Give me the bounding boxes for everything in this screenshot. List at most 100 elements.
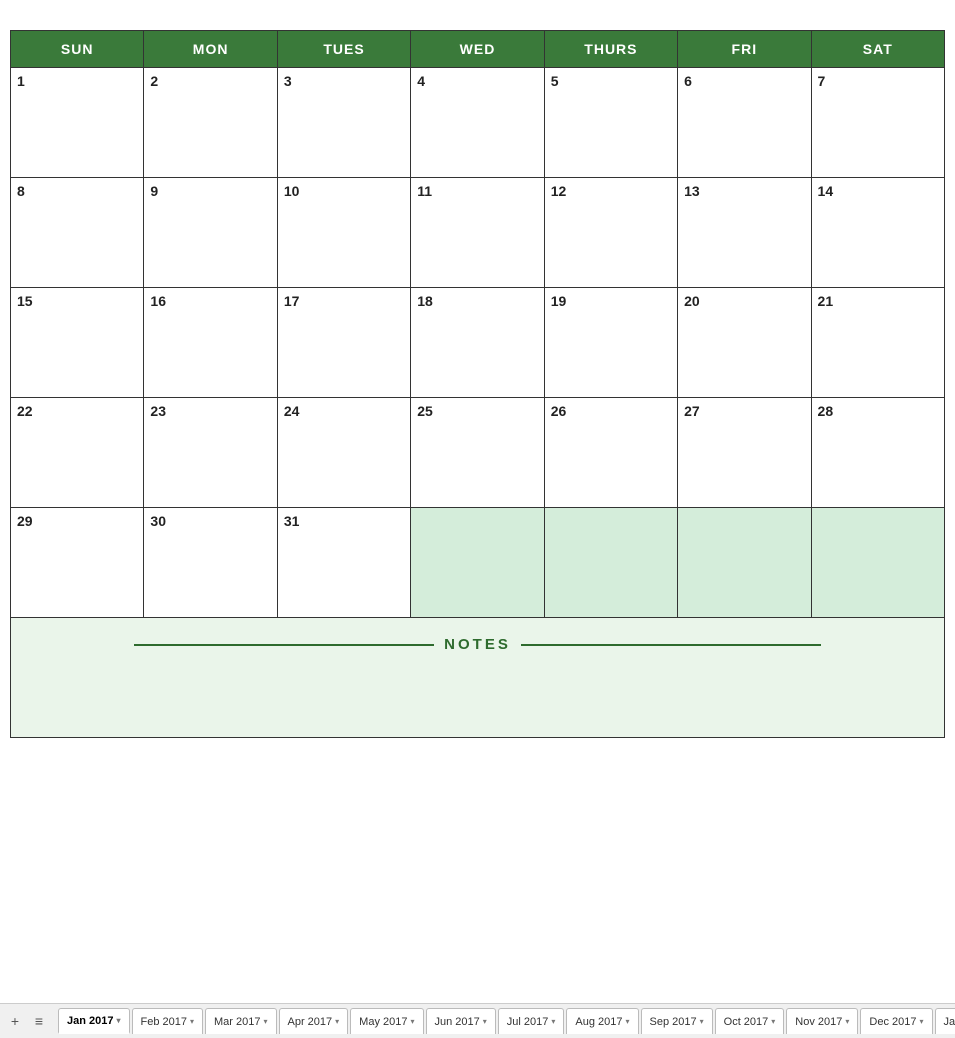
week-row-2: 891011121314 bbox=[11, 178, 945, 288]
tab-dropdown-arrow[interactable]: ▾ bbox=[190, 1017, 194, 1026]
tab-label: Feb 2017 bbox=[141, 1016, 187, 1028]
calendar-cell[interactable]: 29 bbox=[11, 508, 144, 618]
calendar-cell[interactable]: 3 bbox=[277, 68, 410, 178]
calendar-cell[interactable]: 17 bbox=[277, 288, 410, 398]
day-header-mon: MON bbox=[144, 31, 277, 68]
calendar-cell[interactable]: 21 bbox=[811, 288, 944, 398]
notes-text: NOTES bbox=[444, 636, 511, 653]
tab-label: Aug 2017 bbox=[575, 1016, 622, 1028]
calendar-cell[interactable]: 22 bbox=[11, 398, 144, 508]
tab-dropdown-arrow[interactable]: ▾ bbox=[626, 1017, 630, 1026]
notes-line-right bbox=[521, 644, 821, 646]
tab-list: Jan 2017▾Feb 2017▾Mar 2017▾Apr 2017▾May … bbox=[58, 1008, 955, 1034]
day-header-sat: SAT bbox=[811, 31, 944, 68]
tab-dropdown-arrow[interactable]: ▾ bbox=[116, 1016, 120, 1025]
week-row-5: 293031 bbox=[11, 508, 945, 618]
tab-label: Oct 2017 bbox=[724, 1016, 769, 1028]
calendar-cell[interactable] bbox=[678, 508, 811, 618]
calendar-cell[interactable]: 28 bbox=[811, 398, 944, 508]
tab-dropdown-arrow[interactable]: ▾ bbox=[335, 1017, 339, 1026]
calendar-cell[interactable] bbox=[411, 508, 544, 618]
calendar-cell[interactable]: 12 bbox=[544, 178, 677, 288]
tab-dropdown-arrow[interactable]: ▾ bbox=[920, 1017, 924, 1026]
calendar-cell[interactable] bbox=[544, 508, 677, 618]
calendar-cell[interactable]: 25 bbox=[411, 398, 544, 508]
calendar-cell[interactable]: 2 bbox=[144, 68, 277, 178]
calendar-cell[interactable]: 27 bbox=[678, 398, 811, 508]
tab-label: Apr 2017 bbox=[288, 1016, 333, 1028]
tab-bar-icons: + ≡ bbox=[6, 1012, 48, 1030]
day-header-thurs: THURS bbox=[544, 31, 677, 68]
notes-row: NOTES bbox=[11, 618, 945, 738]
calendar-cell[interactable]: 20 bbox=[678, 288, 811, 398]
calendar-cell[interactable]: 7 bbox=[811, 68, 944, 178]
calendar-cell[interactable]: 23 bbox=[144, 398, 277, 508]
tab-label: Jan 2017 bbox=[67, 1015, 113, 1027]
tab-label: Nov 2017 bbox=[795, 1016, 842, 1028]
calendar-cell[interactable]: 6 bbox=[678, 68, 811, 178]
tab-dropdown-arrow[interactable]: ▾ bbox=[551, 1017, 555, 1026]
sheet-tab-sep-2017[interactable]: Sep 2017▾ bbox=[641, 1008, 713, 1034]
calendar-cell[interactable]: 11 bbox=[411, 178, 544, 288]
add-sheet-icon[interactable]: + bbox=[6, 1012, 24, 1030]
calendar-cell[interactable]: 16 bbox=[144, 288, 277, 398]
calendar-cell[interactable]: 31 bbox=[277, 508, 410, 618]
week-row-3: 15161718192021 bbox=[11, 288, 945, 398]
tab-dropdown-arrow[interactable]: ▾ bbox=[771, 1017, 775, 1026]
tab-dropdown-arrow[interactable]: ▾ bbox=[845, 1017, 849, 1026]
sheet-tab-mar-2017[interactable]: Mar 2017▾ bbox=[205, 1008, 277, 1034]
sheet-tab-jul-2017[interactable]: Jul 2017▾ bbox=[498, 1008, 565, 1034]
tab-label: Sep 2017 bbox=[650, 1016, 697, 1028]
calendar-cell[interactable]: 13 bbox=[678, 178, 811, 288]
day-header-fri: FRI bbox=[678, 31, 811, 68]
calendar-cell[interactable]: 19 bbox=[544, 288, 677, 398]
calendar-cell[interactable]: 14 bbox=[811, 178, 944, 288]
calendar-cell[interactable]: 9 bbox=[144, 178, 277, 288]
week-row-1: 1234567 bbox=[11, 68, 945, 178]
tab-label: May 2017 bbox=[359, 1016, 407, 1028]
calendar-grid: SUNMONTUESWEDTHURSFRISAT 123456789101112… bbox=[10, 30, 945, 738]
sheet-tab-may-2017[interactable]: May 2017▾ bbox=[350, 1008, 423, 1034]
header-row: SUNMONTUESWEDTHURSFRISAT bbox=[11, 31, 945, 68]
calendar-cell[interactable]: 30 bbox=[144, 508, 277, 618]
notes-line-left bbox=[134, 644, 434, 646]
tab-label: Jan 2018 bbox=[944, 1016, 955, 1028]
sheet-tab-oct-2017[interactable]: Oct 2017▾ bbox=[715, 1008, 785, 1034]
sheet-tab-aug-2017[interactable]: Aug 2017 ▾ bbox=[566, 1008, 638, 1034]
calendar-cell[interactable]: 1 bbox=[11, 68, 144, 178]
calendar-cell[interactable]: 26 bbox=[544, 398, 677, 508]
tab-label: Jul 2017 bbox=[507, 1016, 549, 1028]
tab-dropdown-arrow[interactable]: ▾ bbox=[483, 1017, 487, 1026]
sheet-tab-jan-2018[interactable]: Jan 2018▾ bbox=[935, 1008, 955, 1034]
tab-dropdown-arrow[interactable]: ▾ bbox=[263, 1017, 267, 1026]
calendar-cell[interactable]: 5 bbox=[544, 68, 677, 178]
calendar-cell[interactable]: 4 bbox=[411, 68, 544, 178]
calendar-cell[interactable]: 8 bbox=[11, 178, 144, 288]
calendar-cell[interactable]: 18 bbox=[411, 288, 544, 398]
calendar-title bbox=[10, 10, 945, 30]
tab-dropdown-arrow[interactable]: ▾ bbox=[410, 1017, 414, 1026]
tab-label: Mar 2017 bbox=[214, 1016, 260, 1028]
tab-dropdown-arrow[interactable]: ▾ bbox=[700, 1017, 704, 1026]
sheet-tab-apr-2017[interactable]: Apr 2017▾ bbox=[279, 1008, 349, 1034]
notes-cell[interactable]: NOTES bbox=[11, 618, 945, 738]
calendar-cell[interactable]: 15 bbox=[11, 288, 144, 398]
calendar-cell[interactable]: 24 bbox=[277, 398, 410, 508]
sheet-tab-dec-2017[interactable]: Dec 2017 ▾ bbox=[860, 1008, 932, 1034]
calendar-cell[interactable] bbox=[811, 508, 944, 618]
day-header-sun: SUN bbox=[11, 31, 144, 68]
calendar-cell[interactable]: 10 bbox=[277, 178, 410, 288]
sheet-tab-nov-2017[interactable]: Nov 2017▾ bbox=[786, 1008, 858, 1034]
sheet-tab-feb-2017[interactable]: Feb 2017▾ bbox=[132, 1008, 204, 1034]
day-header-wed: WED bbox=[411, 31, 544, 68]
tab-bar[interactable]: + ≡ Jan 2017▾Feb 2017▾Mar 2017▾Apr 2017▾… bbox=[0, 1003, 955, 1038]
day-header-tues: TUES bbox=[277, 31, 410, 68]
sheet-tab-jan-2017[interactable]: Jan 2017▾ bbox=[58, 1008, 130, 1034]
tab-label: Dec 2017 bbox=[869, 1016, 916, 1028]
notes-label: NOTES bbox=[21, 636, 934, 653]
notes-section: NOTES bbox=[21, 636, 934, 653]
sheets-menu-icon[interactable]: ≡ bbox=[30, 1012, 48, 1030]
week-row-4: 22232425262728 bbox=[11, 398, 945, 508]
sheet-tab-jun-2017[interactable]: Jun 2017▾ bbox=[426, 1008, 496, 1034]
calendar-container: SUNMONTUESWEDTHURSFRISAT 123456789101112… bbox=[0, 0, 955, 1003]
